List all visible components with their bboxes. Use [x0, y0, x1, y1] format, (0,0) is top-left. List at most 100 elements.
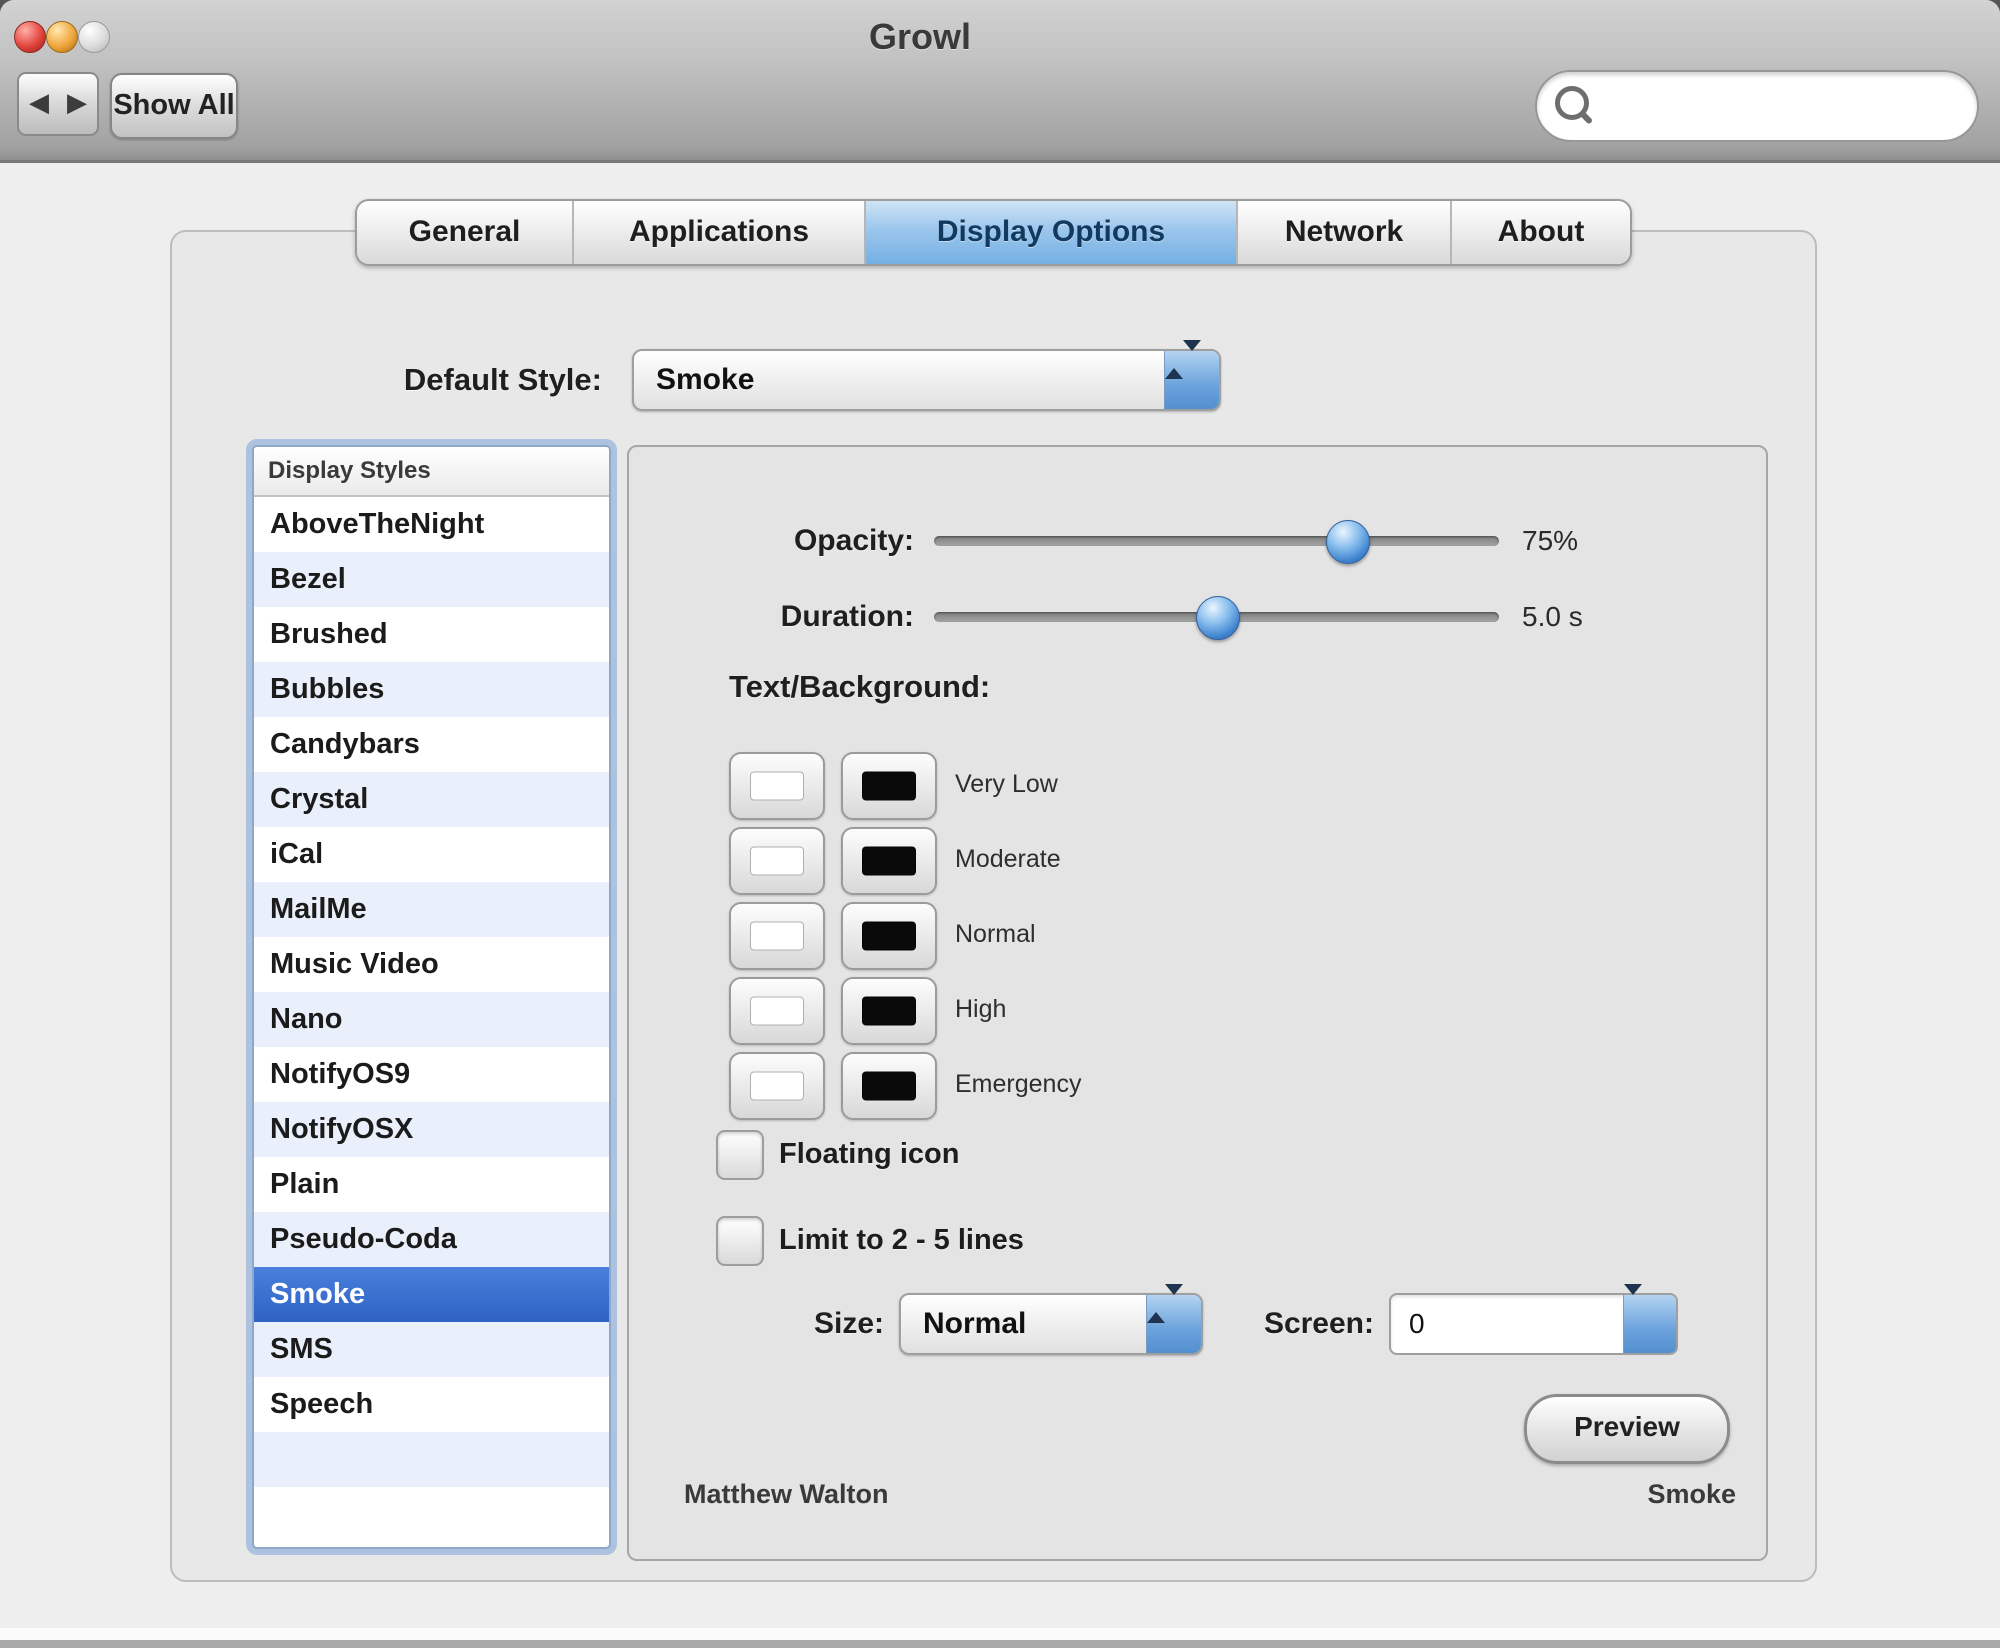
window-title: Growl [869, 16, 971, 58]
style-row-sms[interactable]: SMS [254, 1322, 609, 1377]
style-row-smoke[interactable]: Smoke [254, 1267, 609, 1322]
priority-label: Emergency [955, 1052, 1081, 1116]
background-color-well[interactable] [841, 977, 937, 1045]
search-input[interactable] [1597, 80, 1961, 130]
screen-combo[interactable]: 0 [1389, 1293, 1678, 1355]
text-background-label: Text/Background: [729, 669, 990, 705]
text-color-swatch [750, 1072, 804, 1101]
style-settings-panel: Opacity:75% Duration: 5.0 s Text/Backgroun… [627, 445, 1768, 1561]
style-row-abovethenight[interactable]: AboveTheNight [254, 497, 609, 552]
size-label: Size: [689, 1293, 884, 1355]
display-styles-rows: AboveTheNightBezelBrushedBubblesCandybar… [254, 497, 609, 1542]
window-bottom-border [0, 1640, 2000, 1648]
slider-thumb[interactable] [1326, 520, 1370, 564]
popup-arrows-icon [1146, 1295, 1201, 1353]
show-all-button[interactable]: Show All [110, 73, 238, 139]
background-color-well[interactable] [841, 752, 937, 820]
checkbox[interactable] [716, 1216, 764, 1266]
style-name-label: Smoke [1486, 1479, 1736, 1510]
slider-thumb[interactable] [1196, 596, 1240, 640]
preview-button[interactable]: Preview [1524, 1394, 1730, 1464]
style-row-speech[interactable]: Speech [254, 1377, 609, 1432]
checkbox[interactable] [716, 1130, 764, 1180]
default-style-value: Smoke [656, 351, 754, 409]
display-styles-list: Display Styles AboveTheNightBezelBrushed… [252, 445, 611, 1549]
background-color-swatch [862, 922, 916, 951]
combo-dropdown-icon[interactable] [1623, 1295, 1676, 1353]
tb-row-very-low: Very Low [629, 752, 1766, 816]
style-row-bubbles[interactable]: Bubbles [254, 662, 609, 717]
tab-about[interactable]: About [1450, 201, 1630, 264]
default-style-popup[interactable]: Smoke [632, 349, 1221, 411]
style-author: Matthew Walton [684, 1479, 888, 1510]
search-field[interactable] [1535, 70, 1979, 142]
display-styles-header: Display Styles [254, 447, 609, 497]
tab-display-options[interactable]: Display Options [864, 201, 1236, 264]
style-row-mailme[interactable]: MailMe [254, 882, 609, 937]
forward-button[interactable]: ▶ [57, 72, 99, 136]
style-row-bezel[interactable]: Bezel [254, 552, 609, 607]
style-row-ical[interactable]: iCal [254, 827, 609, 882]
tb-row-moderate: Moderate [629, 827, 1766, 891]
tab-network[interactable]: Network [1236, 201, 1450, 264]
style-row-pseudo-coda[interactable]: Pseudo-Coda [254, 1212, 609, 1267]
background-color-swatch [862, 772, 916, 801]
style-row-nano[interactable]: Nano [254, 992, 609, 1047]
zoom-button[interactable] [78, 21, 110, 53]
style-row-notifyos9[interactable]: NotifyOS9 [254, 1047, 609, 1102]
slider-label: Duration: [629, 595, 914, 639]
slider-label: Opacity: [629, 519, 914, 563]
style-row-crystal[interactable]: Crystal [254, 772, 609, 827]
slider-row-duration: Duration: 5.0 s [629, 595, 1766, 639]
back-icon: ◀ [29, 87, 49, 117]
window-toolbar: Growl ◀ ▶ Show All [0, 0, 2000, 163]
checkbox-row-floating-icon: Floating icon [629, 1130, 1766, 1178]
window-bottom-edge [0, 1628, 2000, 1640]
screen-value: 0 [1409, 1295, 1425, 1353]
style-row-plain[interactable]: Plain [254, 1157, 609, 1212]
text-color-well[interactable] [729, 752, 825, 820]
background-color-well[interactable] [841, 1052, 937, 1120]
style-row-empty [254, 1487, 609, 1542]
background-color-swatch [862, 847, 916, 876]
size-popup[interactable]: Normal [899, 1293, 1203, 1355]
background-color-swatch [862, 1072, 916, 1101]
slider-row-opacity: Opacity:75% [629, 519, 1766, 563]
checkbox-label: Floating icon [779, 1130, 959, 1178]
text-color-well[interactable] [729, 1052, 825, 1120]
default-style-label: Default Style: [272, 349, 602, 411]
search-icon [1555, 86, 1589, 120]
style-row-notifyosx[interactable]: NotifyOSX [254, 1102, 609, 1157]
text-color-swatch [750, 922, 804, 951]
priority-label: Moderate [955, 827, 1061, 891]
preference-tabs: GeneralApplicationsDisplay OptionsNetwor… [355, 199, 1632, 266]
background-color-well[interactable] [841, 827, 937, 895]
style-row-brushed[interactable]: Brushed [254, 607, 609, 662]
text-color-swatch [750, 847, 804, 876]
text-color-well[interactable] [729, 827, 825, 895]
forward-icon: ▶ [67, 87, 87, 117]
screen-label: Screen: [1214, 1293, 1374, 1355]
style-row-empty [254, 1432, 609, 1487]
back-button[interactable]: ◀ [17, 72, 61, 136]
priority-label: Very Low [955, 752, 1058, 816]
text-color-well[interactable] [729, 977, 825, 1045]
tb-row-normal: Normal [629, 902, 1766, 966]
size-screen-row: Size: Normal Screen: 0 [629, 1293, 1766, 1357]
tab-applications[interactable]: Applications [572, 201, 864, 264]
size-value: Normal [923, 1295, 1026, 1353]
background-color-swatch [862, 997, 916, 1026]
slider-track[interactable] [934, 536, 1499, 546]
text-color-well[interactable] [729, 902, 825, 970]
style-row-candybars[interactable]: Candybars [254, 717, 609, 772]
minimize-button[interactable] [46, 21, 78, 53]
slider-value: 5.0 s [1522, 595, 1583, 639]
growl-preferences-window: Growl ◀ ▶ Show All GeneralApplicationsDi… [0, 0, 2000, 1648]
background-color-well[interactable] [841, 902, 937, 970]
tab-general[interactable]: General [357, 201, 572, 264]
style-row-music-video[interactable]: Music Video [254, 937, 609, 992]
popup-arrows-icon [1164, 351, 1219, 409]
close-button[interactable] [14, 21, 46, 53]
tb-row-emergency: Emergency [629, 1052, 1766, 1116]
text-color-swatch [750, 772, 804, 801]
